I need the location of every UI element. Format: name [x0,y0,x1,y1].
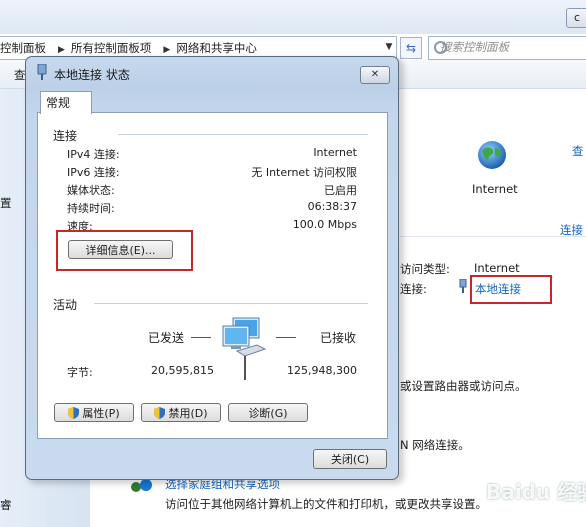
disable-label: 禁用(D) [168,407,208,420]
bytes-label: 字节: [67,366,93,379]
dialog-close-icon[interactable]: ✕ [360,66,390,84]
access-type-label: 访问类型: [400,262,450,276]
ipv4-label: IPv4 连接: [67,148,120,161]
sidebar-item[interactable]: 置 [0,195,12,211]
dialog-title: 本地连接 状态 [54,68,130,82]
toolbar-fragment[interactable]: 查 [14,67,26,83]
speed-value: 100.0 Mbps [292,218,357,231]
connection-section-label: 连接 [53,129,78,143]
refresh-icon[interactable]: ⇆ [400,37,422,59]
breadcrumb-all-items[interactable]: 所有控制面板项 [71,41,152,55]
sent-label: 已发送 [148,331,185,345]
sent-line [191,337,211,338]
diagnose-button[interactable]: 诊断(G) [228,403,308,422]
ipv4-value: Internet [313,146,357,159]
breadcrumb-arrow-icon[interactable]: ▶ [58,45,65,55]
divider [400,236,586,237]
received-line [276,337,296,338]
media-state-value: 已启用 [324,184,357,197]
breadcrumb-network-center[interactable]: 网络和共享中心 [176,41,257,55]
access-type-value: Internet [474,261,520,275]
uac-shield-icon [68,407,80,419]
highlight-box [56,230,193,271]
globe-icon [478,141,506,169]
section-divider [94,303,368,304]
bytes-received-value: 125,948,300 [287,364,357,377]
background-titlebar [0,0,586,34]
address-dropdown-icon[interactable]: ▼ [382,36,396,58]
watermark: Baidu 经验 [486,480,586,504]
breadcrumb-control-panel[interactable]: 控制面板 [0,41,46,55]
ipv6-value: 无 Internet 访问权限 [251,166,357,179]
router-text: 或设置路由器或访问点。 [400,379,527,393]
close-button[interactable]: 关闭(C) [313,449,387,469]
disable-button[interactable]: 禁用(D) [141,403,221,422]
homegroup-description: 访问位于其他网络计算机上的文件和打印机，或更改共享设置。 [165,497,487,511]
connections-label: 连接: [400,282,427,296]
ipv6-label: IPv6 连接: [67,166,120,179]
vpn-text: N 网络连接。 [400,438,470,452]
properties-button[interactable]: 属性(P) [54,403,134,422]
properties-label: 属性(P) [82,407,120,420]
sidebar-item[interactable]: 睿 [0,497,12,513]
right-link[interactable]: 查 [572,143,584,159]
duration-value: 06:38:37 [307,200,357,213]
section-divider [118,134,368,135]
breadcrumb-arrow-icon[interactable]: ▶ [163,45,170,55]
network-activity-icon [222,317,267,380]
network-name: Internet [472,182,518,196]
search-placeholder: 搜索控制面板 [440,40,509,54]
ethernet-icon [459,279,467,293]
window-close-button[interactable]: c [566,8,586,28]
network-adapter-icon [37,64,47,80]
bytes-sent-value: 20,595,815 [151,364,214,377]
activity-section-label: 活动 [53,298,78,312]
media-state-label: 媒体状态: [67,184,115,197]
uac-shield-icon [154,407,166,419]
highlight-box [470,275,552,304]
duration-label: 持续时间: [67,202,115,215]
tab-general[interactable]: 常规 [40,91,92,114]
received-label: 已接收 [320,331,357,345]
